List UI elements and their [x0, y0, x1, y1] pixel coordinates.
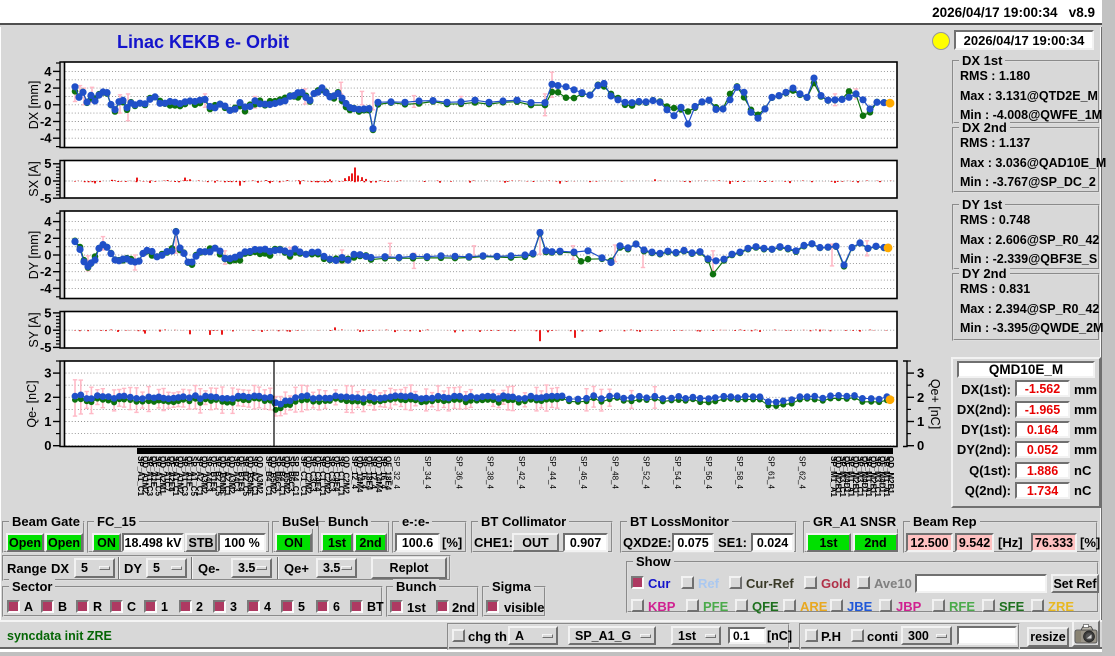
svg-text:0: 0 [44, 323, 51, 338]
svg-text:-4: -4 [40, 281, 52, 296]
svg-text:SP_38_4: SP_38_4 [486, 456, 495, 489]
svg-text:SP_34_4: SP_34_4 [423, 456, 432, 489]
svg-text:0: 0 [44, 248, 51, 263]
svg-text:SP_62_4: SP_62_4 [798, 456, 807, 489]
svg-text:Qe- [nC]: Qe- [nC] [25, 380, 39, 427]
svg-text:3: 3 [917, 366, 924, 381]
svg-text:2: 2 [44, 81, 51, 96]
svg-text:DY [mm]: DY [mm] [27, 231, 41, 279]
svg-text:SP_58_4: SP_58_4 [735, 456, 744, 489]
svg-text:SP_44_4: SP_44_4 [548, 456, 557, 489]
svg-text:0: 0 [917, 438, 924, 453]
svg-text:1: 1 [44, 414, 51, 429]
svg-text:-4: -4 [40, 131, 52, 146]
svg-text:2: 2 [44, 390, 51, 405]
svg-text:Qe+ [nC]: Qe+ [nC] [928, 379, 942, 429]
svg-text:SY [A]: SY [A] [27, 312, 41, 347]
svg-text:1: 1 [917, 414, 924, 429]
svg-text:SP_61_4: SP_61_4 [766, 456, 775, 489]
svg-text:4: 4 [44, 64, 52, 79]
svg-text:0: 0 [44, 438, 51, 453]
svg-text:2: 2 [44, 231, 51, 246]
svg-text:4: 4 [44, 214, 52, 229]
svg-text:0: 0 [44, 174, 51, 189]
svg-text:SP_46_4: SP_46_4 [579, 456, 588, 489]
svg-text:SP_32_4: SP_32_4 [392, 456, 401, 489]
svg-text:SP_B4_C1: SP_B4_C1 [291, 456, 300, 497]
svg-text:SP_52_4: SP_52_4 [642, 456, 651, 489]
svg-text:2: 2 [917, 390, 924, 405]
svg-text:5: 5 [44, 156, 51, 171]
svg-text:QD_A3M2: QD_A3M2 [255, 456, 264, 494]
svg-text:SP_36_4: SP_36_4 [454, 456, 463, 489]
svg-text:SP_56_4: SP_56_4 [704, 456, 713, 489]
svg-text:0: 0 [44, 97, 51, 112]
svg-text:DX [mm]: DX [mm] [27, 81, 41, 130]
svg-text:SP_54_4: SP_54_4 [673, 456, 682, 489]
svg-text:-2: -2 [40, 264, 52, 279]
svg-text:QD_M2B1: QD_M2B1 [886, 456, 895, 494]
svg-text:-2: -2 [40, 114, 52, 129]
svg-text:SP_48_4: SP_48_4 [610, 456, 619, 489]
svg-text:3: 3 [44, 366, 51, 381]
svg-text:SX [A]: SX [A] [27, 161, 41, 196]
svg-text:QD_C2M2: QD_C2M2 [341, 456, 350, 494]
svg-text:-5: -5 [40, 340, 52, 355]
svg-text:QF_18E4: QF_18E4 [384, 456, 393, 491]
svg-text:5: 5 [44, 305, 51, 320]
svg-text:-5: -5 [40, 191, 52, 206]
svg-text:SP_42_4: SP_42_4 [517, 456, 526, 489]
